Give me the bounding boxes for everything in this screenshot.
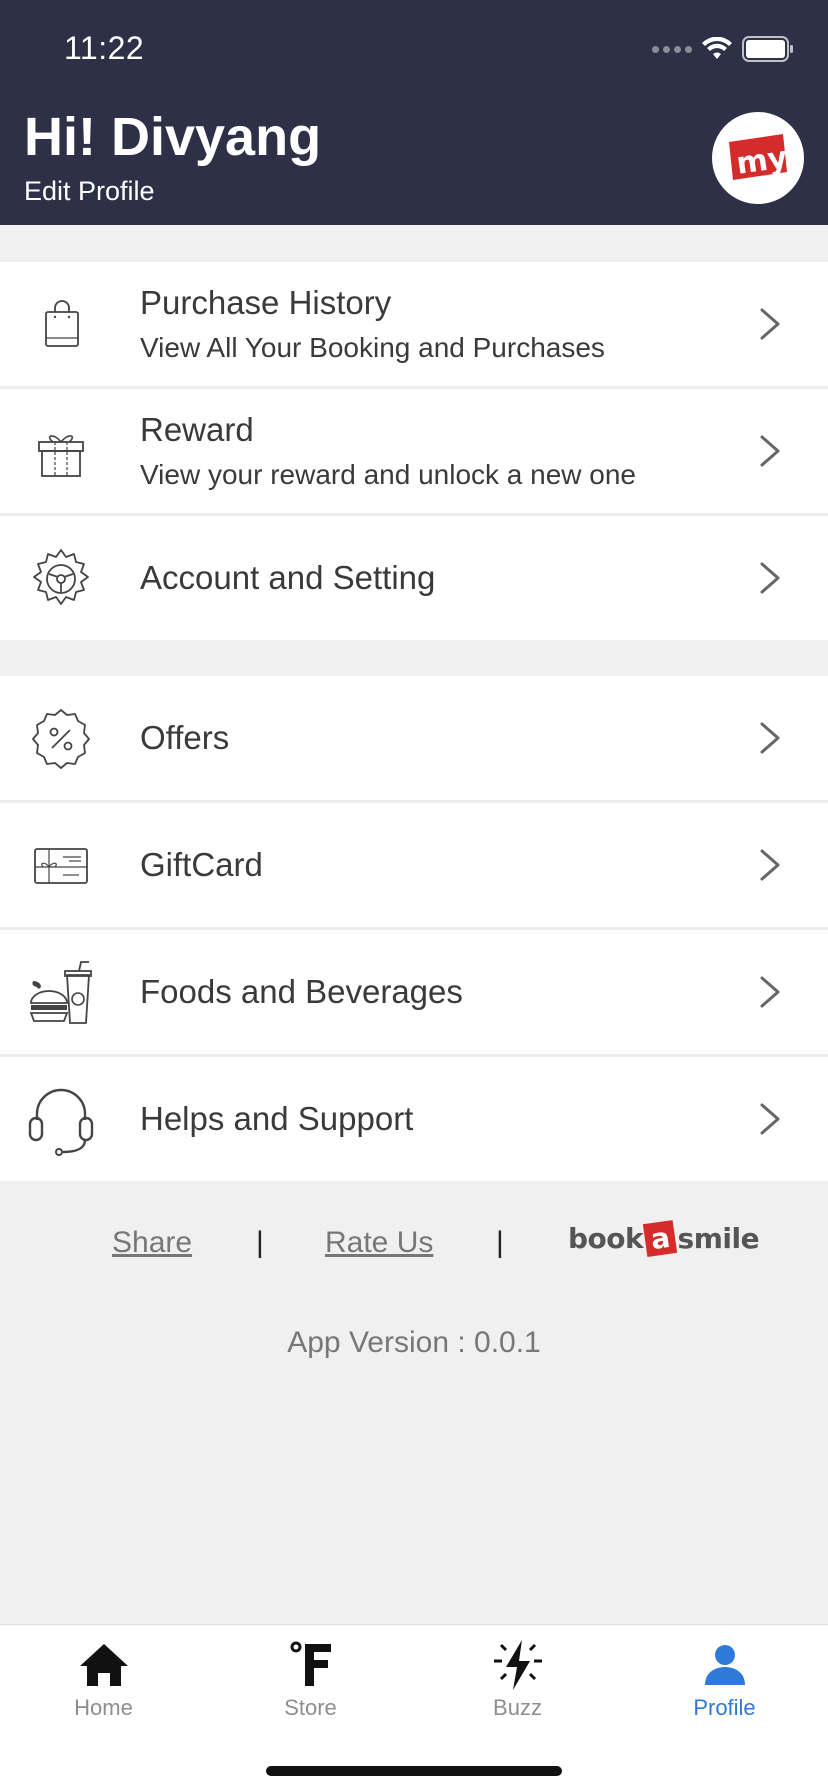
menu-item-reward[interactable]: Reward View your reward and unlock a new… — [0, 389, 828, 513]
settings-gear-icon — [26, 544, 96, 614]
greeting-title: Hi! Divyang — [24, 107, 322, 167]
menu-item-title: Account and Setting — [140, 559, 436, 596]
store-fahrenheit-icon — [281, 1637, 341, 1693]
buzz-lightning-icon — [488, 1637, 548, 1693]
menu-item-subtitle: View All Your Booking and Purchases — [140, 332, 605, 363]
menu-item-offers[interactable]: Offers — [0, 676, 828, 800]
menu-item-account-setting[interactable]: Account and Setting — [0, 516, 828, 640]
menu-item-title: Foods and Beverages — [140, 973, 463, 1010]
app-logo: my — [712, 112, 804, 204]
tab-label: Home — [74, 1695, 133, 1720]
battery-icon — [742, 36, 793, 62]
menu-item-title: Helps and Support — [140, 1100, 414, 1137]
footer-separator: | — [256, 1226, 264, 1259]
app-version-text: App Version : 0.0.1 — [287, 1326, 541, 1359]
tab-home[interactable]: Home — [0, 1625, 207, 1735]
tab-label: Profile — [693, 1695, 756, 1720]
edit-profile-link[interactable]: Edit Profile — [24, 176, 155, 207]
chevron-right-icon — [760, 1103, 780, 1135]
cellular-signal-icon — [652, 45, 692, 53]
status-indicators — [652, 36, 794, 62]
chevron-right-icon — [760, 562, 780, 594]
profile-screen: 11:22 Hi! Divyang Edit Profile my Purcha… — [0, 0, 828, 1792]
svg-text:my: my — [734, 140, 790, 182]
shopping-bag-icon — [26, 290, 96, 360]
my-logo-icon: my — [729, 134, 790, 182]
tab-label: Store — [284, 1695, 337, 1720]
rate-us-link[interactable]: Rate Us — [325, 1226, 433, 1260]
food-beverage-icon — [26, 958, 96, 1028]
footer-links: Share | Rate Us | book a smile — [0, 1220, 828, 1266]
offer-badge-icon — [26, 704, 96, 774]
status-time: 11:22 — [64, 30, 145, 66]
chevron-right-icon — [760, 849, 780, 881]
menu-item-subtitle: View your reward and unlock a new one — [140, 459, 637, 490]
home-indicator — [266, 1766, 562, 1776]
menu-item-giftcard[interactable]: GiftCard — [0, 803, 828, 927]
menu-item-helps-support[interactable]: Helps and Support — [0, 1057, 828, 1181]
chevron-right-icon — [760, 976, 780, 1008]
menu-item-title: Offers — [140, 719, 230, 756]
wifi-icon — [702, 37, 732, 59]
menu-item-title: Reward — [140, 411, 254, 448]
tab-buzz[interactable]: Buzz — [414, 1625, 621, 1735]
footer-separator: | — [496, 1226, 504, 1259]
bookasmile-logo[interactable]: book a smile — [568, 1220, 760, 1257]
tab-profile[interactable]: Profile — [621, 1625, 828, 1735]
menu-item-title: Purchase History — [140, 284, 392, 321]
share-link[interactable]: Share — [112, 1226, 192, 1260]
profile-header: 11:22 Hi! Divyang Edit Profile my — [0, 0, 828, 225]
chevron-right-icon — [760, 435, 780, 467]
chevron-right-icon — [760, 308, 780, 340]
profile-person-icon — [695, 1637, 755, 1693]
headset-icon — [26, 1085, 96, 1156]
tab-label: Buzz — [493, 1695, 542, 1720]
menu-item-title: GiftCard — [140, 846, 263, 883]
chevron-right-icon — [760, 722, 780, 754]
menu-item-foods-beverages[interactable]: Foods and Beverages — [0, 930, 828, 1054]
gift-card-icon — [26, 831, 96, 901]
tab-store[interactable]: Store — [207, 1625, 414, 1735]
home-icon — [74, 1637, 134, 1693]
gift-box-icon — [26, 417, 96, 487]
menu-item-purchase-history[interactable]: Purchase History View All Your Booking a… — [0, 262, 828, 386]
